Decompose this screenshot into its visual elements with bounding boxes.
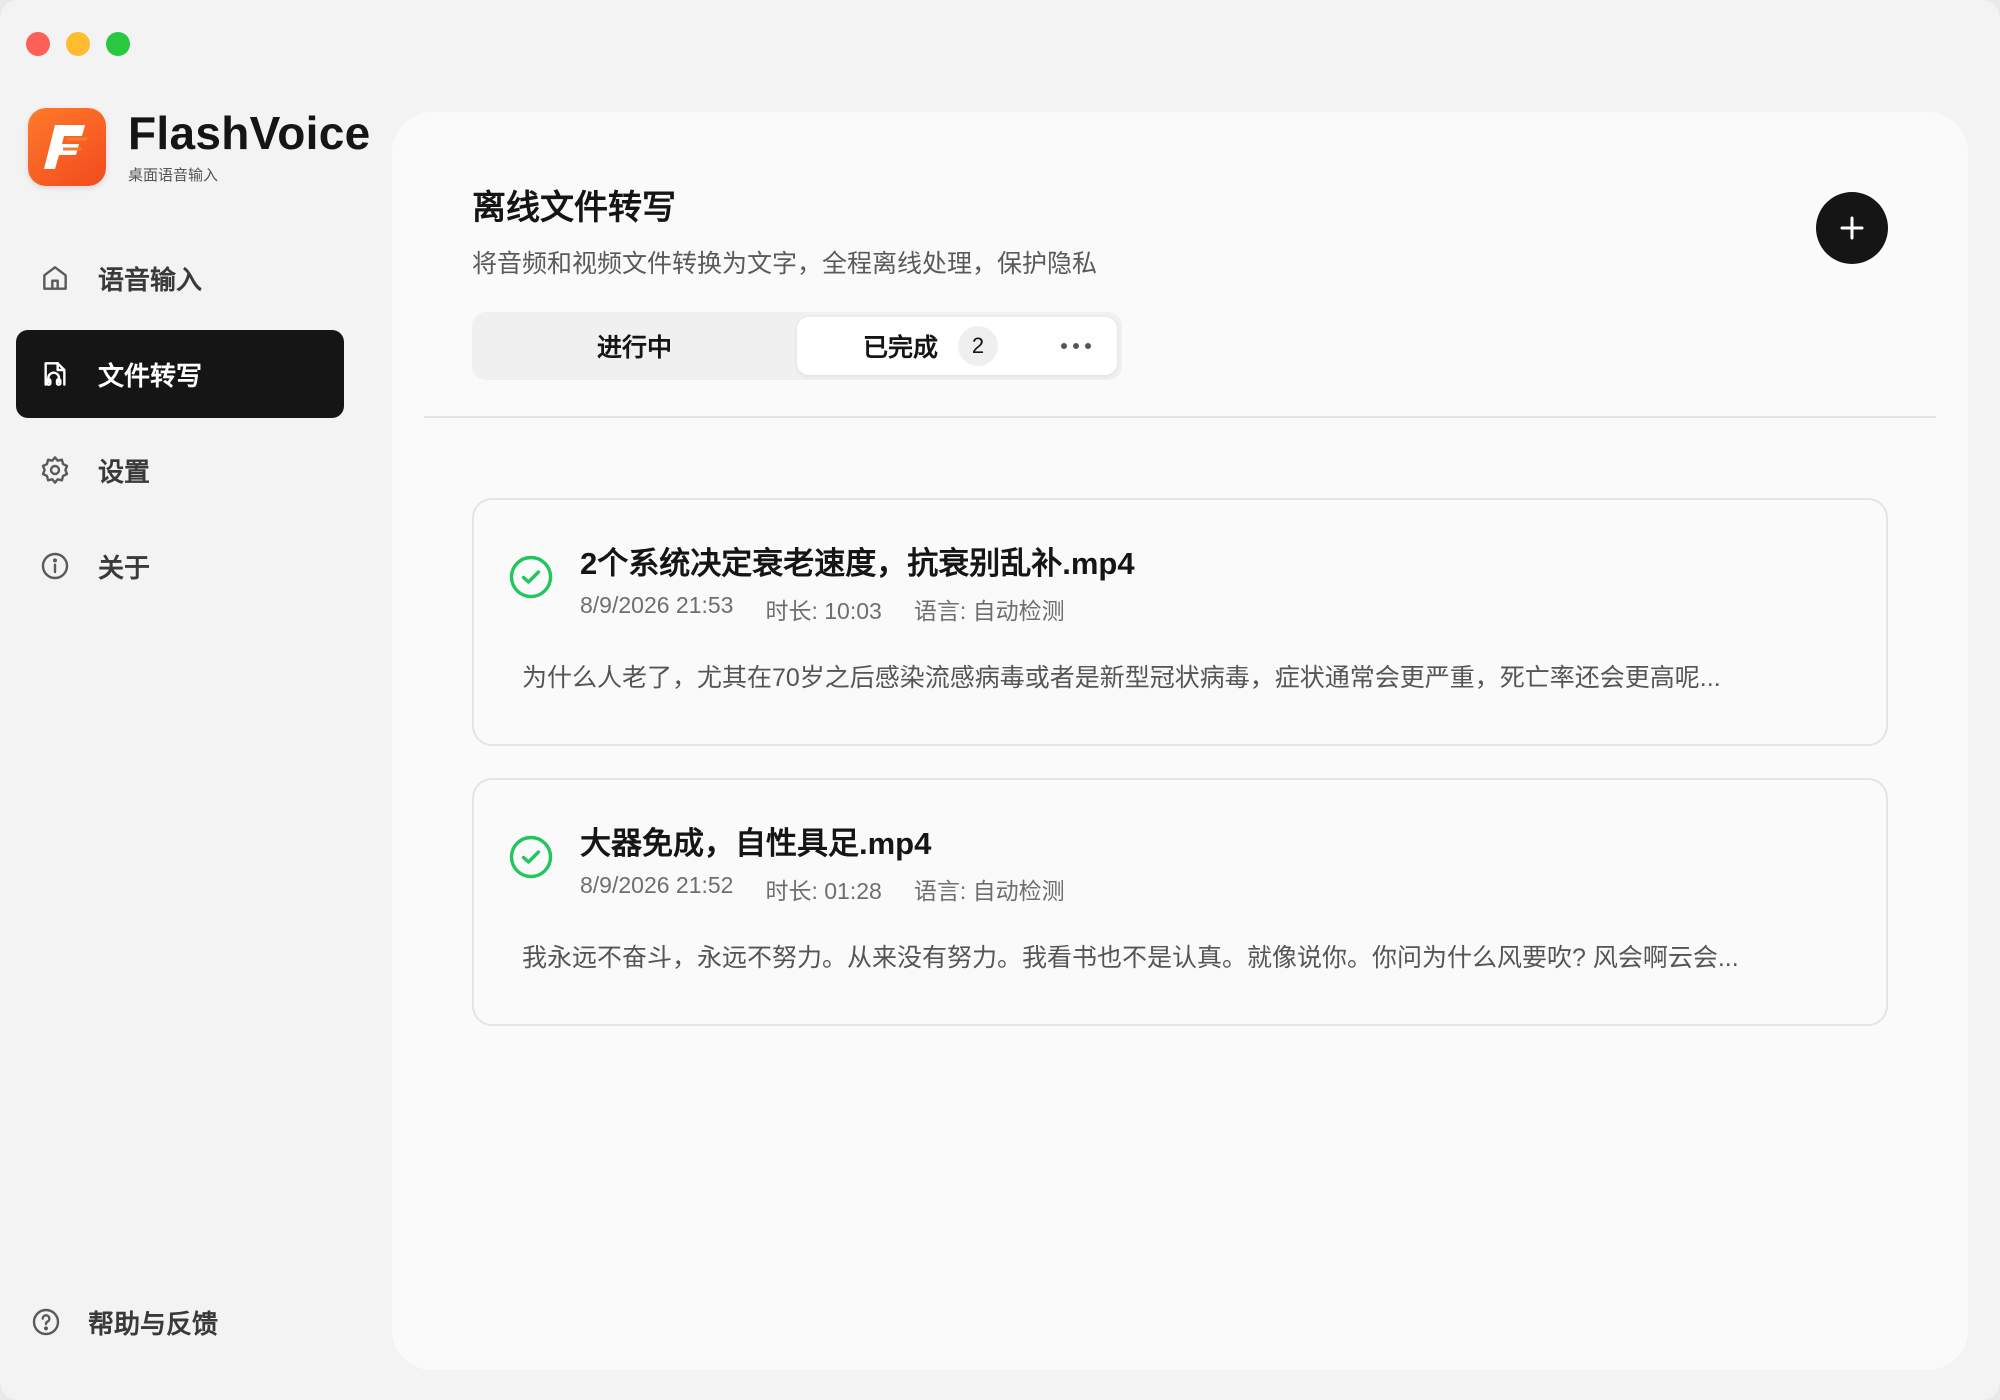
- file-duration: 时长: 10:03: [765, 598, 882, 624]
- sidebar-item-file-transcription[interactable]: 文件转写: [16, 330, 344, 418]
- status-tabs: 进行中 已完成 2: [472, 312, 1122, 380]
- tab-label: 进行中: [596, 334, 672, 362]
- file-language: 语言: 自动检测: [913, 878, 1065, 904]
- divider: [424, 416, 1936, 418]
- file-date: 8/9/2026 21:52: [580, 872, 734, 898]
- file-name: 2个系统决定衰老速度，抗衰别乱补.mp4: [580, 546, 1135, 581]
- help-label: 帮助与反馈: [88, 1309, 219, 1339]
- file-duration: 时长: 01:28: [765, 878, 882, 904]
- file-meta: 8/9/2026 21:53 时长: 10:03 语言: 自动检测: [580, 592, 1097, 626]
- file-card[interactable]: 2个系统决定衰老速度，抗衰别乱补.mp4 8/9/2026 21:53 时长: …: [472, 498, 1888, 746]
- app-logo-icon: [28, 108, 106, 186]
- file-name: 大器免成，自性具足.mp4: [580, 826, 932, 861]
- main-panel: 离线文件转写 将音频和视频文件转换为文字，全程离线处理，保护隐私 进行中 已完成…: [392, 112, 1968, 1370]
- check-circle-icon: [509, 555, 553, 599]
- sidebar-item-label: 语音输入: [98, 264, 203, 295]
- sidebar-item-voice-input[interactable]: 语音输入: [16, 234, 344, 322]
- window-controls: [26, 32, 130, 56]
- check-circle-icon: [509, 835, 553, 879]
- file-date: 8/9/2026 21:53: [580, 592, 734, 618]
- file-language: 语言: 自动检测: [913, 598, 1065, 624]
- tab-completed[interactable]: 已完成 2: [797, 317, 1117, 375]
- app-name: FlashVoice: [128, 107, 371, 160]
- add-file-button[interactable]: [1816, 192, 1888, 264]
- file-meta: 8/9/2026 21:52 时长: 01:28 语言: 自动检测: [580, 872, 1097, 906]
- page-subtitle: 将音频和视频文件转换为文字，全程离线处理，保护隐私: [472, 250, 1098, 278]
- sidebar-item-label: 文件转写: [98, 360, 203, 391]
- file-audio-icon: [38, 357, 72, 391]
- sidebar-item-label: 关于: [98, 552, 151, 583]
- completed-count-badge: 2: [958, 326, 999, 366]
- home-icon: [38, 261, 72, 295]
- more-icon[interactable]: [1061, 333, 1091, 359]
- close-window-button[interactable]: [26, 32, 50, 56]
- sidebar-item-settings[interactable]: 设置: [16, 426, 344, 514]
- info-icon: [38, 549, 72, 583]
- page-title: 离线文件转写: [472, 189, 676, 227]
- sidebar-nav: 语音输入 文件转写 设置 关于: [16, 234, 344, 618]
- transcript-preview: 我永远不奋斗，永远不努力。从来没有努力。我看书也不是认真。就像说你。你问为什么风…: [522, 944, 1739, 972]
- help-icon: [30, 1306, 64, 1340]
- file-card[interactable]: 大器免成，自性具足.mp4 8/9/2026 21:52 时长: 01:28 语…: [472, 778, 1888, 1026]
- app-window: FlashVoice 桌面语音输入 语音输入 文件转写 设置 关于 帮助与反馈 …: [0, 0, 2000, 1400]
- tab-in-progress[interactable]: 进行中: [472, 312, 797, 380]
- transcript-preview: 为什么人老了，尤其在70岁之后感染流感病毒或者是新型冠状病毒，症状通常会更严重，…: [522, 664, 1721, 692]
- tab-label: 已完成: [863, 334, 939, 362]
- zoom-window-button[interactable]: [106, 32, 130, 56]
- help-feedback-button[interactable]: 帮助与反馈: [30, 1304, 218, 1341]
- sidebar-item-label: 设置: [98, 456, 151, 487]
- gear-icon: [38, 453, 72, 487]
- brand: FlashVoice 桌面语音输入: [28, 108, 370, 186]
- sidebar-item-about[interactable]: 关于: [16, 522, 344, 610]
- minimize-window-button[interactable]: [66, 32, 90, 56]
- plus-icon: [1840, 216, 1864, 240]
- app-tagline: 桌面语音输入: [128, 166, 219, 184]
